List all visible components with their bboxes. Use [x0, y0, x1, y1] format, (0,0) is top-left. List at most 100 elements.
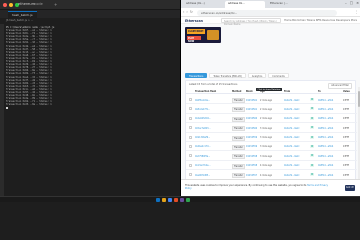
menu-icon[interactable]: ⋮: [355, 10, 359, 14]
maximize-icon[interactable]: □: [350, 1, 353, 5]
to-address-link[interactable]: 0x8f1d...a3b4: [318, 155, 340, 158]
from-address-link[interactable]: 0x4a7b...9e2c: [284, 164, 306, 167]
block-link[interactable]: 19234558: [246, 164, 257, 167]
terminal-tab-node[interactable]: node: [34, 2, 43, 6]
advanced-filter-button[interactable]: Advanced Filter: [328, 82, 352, 89]
tx-hash-link[interactable]: 0x2e9b5d04...: [195, 117, 227, 120]
tx-hash-link[interactable]: 0x5ac7e823...: [195, 127, 227, 130]
app-taskbar-icon[interactable]: [180, 198, 184, 202]
block-link[interactable]: 19234560: [246, 127, 257, 130]
close-icon[interactable]: ×: [356, 1, 359, 5]
from-address-link[interactable]: 0x4a7b...9e2c: [284, 108, 306, 111]
tab-token-transfers[interactable]: Token Transfers (ERC-20): [209, 73, 246, 78]
eye-icon[interactable]: [189, 98, 192, 101]
direction-badge: IN: [310, 135, 315, 139]
to-address-link[interactable]: 0x8f1d...a3b4: [318, 136, 340, 139]
block-link[interactable]: 19234557: [246, 174, 257, 177]
tx-hash-link[interactable]: 0x913d6af9...: [195, 136, 227, 139]
app-taskbar-icon[interactable]: [186, 198, 190, 202]
block-link[interactable]: 19234560: [246, 117, 257, 120]
tooltip: Click to show Datetime: [256, 88, 283, 91]
tx-hash-link[interactable]: 0xa06f1d85...: [195, 174, 227, 177]
breadcrumb[interactable]: JS hash_batch.js > ...: [0, 18, 180, 24]
window-controls: [3, 3, 19, 7]
eye-icon[interactable]: [189, 116, 192, 120]
tx-hash-link[interactable]: 0x6f3a1c9e...: [195, 99, 227, 102]
browser-tab-active[interactable]: address 0x...: [225, 1, 265, 8]
eye-icon[interactable]: [189, 154, 192, 158]
tab-comments[interactable]: Comments: [268, 73, 289, 78]
minimize-icon[interactable]: –: [345, 1, 347, 5]
from-address-link[interactable]: 0x4a7b...9e2c: [284, 155, 306, 158]
direction-badge: IN: [310, 126, 315, 130]
chrome-taskbar-icon[interactable]: [168, 198, 172, 202]
from-address-link[interactable]: 0x4a7b...9e2c: [284, 174, 306, 177]
browser-tabbar: address (0x...) address 0x... Etherscan …: [181, 0, 360, 8]
accept-cookies-button[interactable]: Got it!: [345, 185, 355, 191]
tx-hash-link[interactable]: 0x8c2e47f1...: [195, 108, 227, 111]
eye-icon[interactable]: [189, 173, 192, 177]
direction-badge: IN: [310, 98, 315, 101]
eye-icon[interactable]: [189, 163, 192, 167]
back-icon[interactable]: ‹: [183, 10, 184, 14]
age-text: 2 mins ago: [260, 117, 273, 121]
site-header: Etherscan Search by Address / Txn Hash /…: [181, 17, 360, 26]
block-link[interactable]: 19234561: [246, 108, 257, 111]
eye-icon[interactable]: [189, 144, 192, 148]
ad-banner[interactable]: CLAIM NOW! PLAY NOW: [185, 27, 221, 43]
eye-icon[interactable]: [189, 135, 192, 139]
address-bar[interactable]: etherscan.io/address/0x...: [197, 9, 337, 16]
browser-tab[interactable]: Etherscan | ...: [267, 1, 307, 8]
to-address-link[interactable]: 0x8f1d...a3b4: [318, 164, 340, 167]
table-row: 0x5ac7e823... Transfer 19234560 3 mins ago 0…: [186, 123, 357, 133]
site-logo[interactable]: Etherscan: [185, 19, 203, 23]
from-address-link[interactable]: 0x4a7b...9e2c: [284, 145, 306, 148]
editor-tab-active[interactable]: hash_batch.js: [8, 11, 37, 18]
method-badge: Transfer: [232, 173, 245, 179]
table-row: 0x2e9b5d04... Transfer 19234560 2 mins ago 0…: [186, 114, 357, 124]
method-badge: Transfer: [232, 126, 245, 132]
page-tabs: Transactions Token Transfers (ERC-20) An…: [185, 73, 289, 78]
to-address-link[interactable]: 0x8f1d...a3b4: [318, 174, 340, 177]
banner-text-secondary: PLAY NOW: [187, 36, 201, 43]
block-link[interactable]: 19234558: [246, 155, 257, 158]
to-address-link[interactable]: 0x8f1d...a3b4: [318, 127, 340, 130]
tx-hash-link[interactable]: 0xd7589f3a...: [195, 155, 227, 158]
app-taskbar-icon[interactable]: [174, 198, 178, 202]
eye-icon[interactable]: [189, 126, 192, 130]
from-address-link[interactable]: 0x4a7b...9e2c: [284, 136, 306, 139]
tab-analytics[interactable]: Analytics: [247, 73, 267, 78]
close-icon[interactable]: [3, 3, 7, 7]
to-address-link[interactable]: 0x8f1d...a3b4: [318, 99, 340, 102]
block-link[interactable]: 19234561: [246, 99, 257, 102]
to-address-link[interactable]: 0x8f1d...a3b4: [318, 117, 340, 120]
col-hash: Transaction Hash: [195, 90, 217, 93]
vscode-taskbar-icon[interactable]: [156, 198, 160, 202]
from-address-link[interactable]: 0x4a7b...9e2c: [284, 117, 306, 120]
from-address-link[interactable]: 0x4a7b...9e2c: [284, 127, 306, 130]
block-link[interactable]: 19234559: [246, 145, 257, 148]
tx-hash-link[interactable]: 0x13ac7b2e...: [195, 164, 227, 167]
method-badge: Transfer: [232, 144, 245, 150]
tab-transactions[interactable]: Transactions: [185, 73, 208, 78]
col-method: Method: [232, 90, 242, 93]
reload-icon[interactable]: ↻: [190, 10, 193, 14]
terminal-tab-title[interactable]: ethereum: [18, 2, 35, 6]
browser-tab[interactable]: address (0x...): [183, 1, 223, 8]
method-badge: Transfer: [232, 154, 245, 160]
forward-icon[interactable]: ›: [186, 10, 187, 14]
to-address-link[interactable]: 0x8f1d...a3b4: [318, 145, 340, 148]
search-input[interactable]: Search by Address / Txn Hash / Block / T…: [221, 18, 281, 26]
site-nav[interactable]: Home Blockchain Tokens NFTs Resources De…: [284, 19, 357, 22]
block-link[interactable]: 19234559: [246, 136, 257, 139]
to-address-link[interactable]: 0x8f1d...a3b4: [318, 108, 340, 111]
value-text: 0 ETH: [343, 173, 350, 177]
new-tab-icon[interactable]: +: [54, 2, 57, 7]
folder-taskbar-icon[interactable]: [162, 198, 166, 202]
tx-hash-link[interactable]: 0x4be2c170...: [195, 145, 227, 148]
eye-icon[interactable]: [189, 107, 192, 111]
terminal-output[interactable]: PS C:\Users\admin> node .\script.js Trans…: [6, 26, 176, 194]
minimize-icon[interactable]: [9, 3, 13, 7]
vscode-window: ethereum node + hash_batch.js JS hash_ba…: [0, 0, 180, 196]
from-address-link[interactable]: 0x4a7b...9e2c: [284, 99, 306, 102]
